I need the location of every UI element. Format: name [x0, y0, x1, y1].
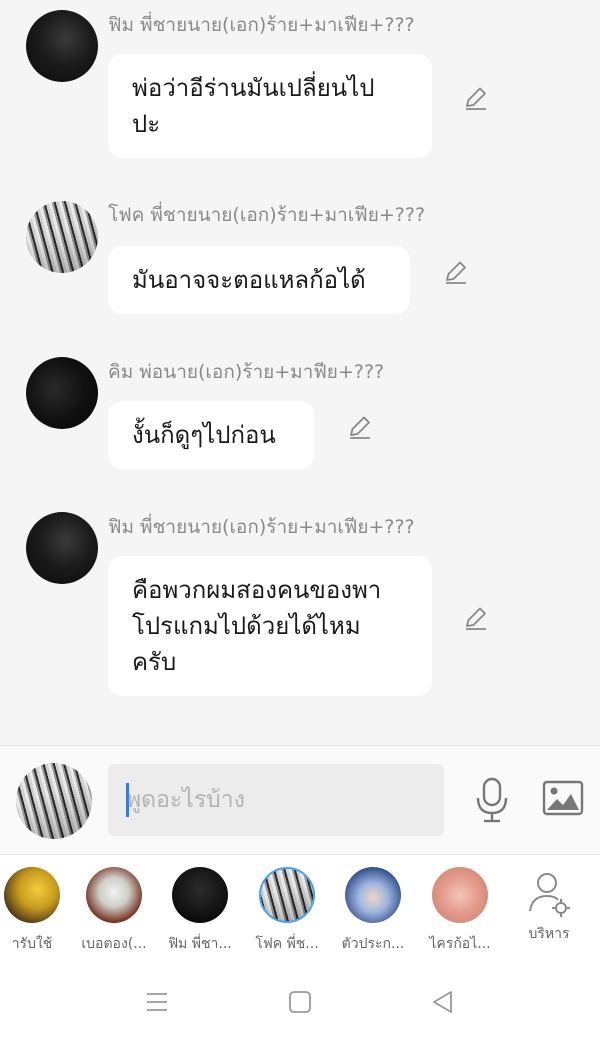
composer-bar — [0, 746, 600, 854]
tab-admin[interactable]: บริหาร — [505, 867, 593, 945]
message-line: ปะ — [132, 110, 161, 138]
tab-label: ารับใช้ — [11, 936, 53, 952]
sender-avatar[interactable] — [26, 512, 98, 584]
home-square-icon[interactable] — [287, 989, 313, 1015]
tab-label: บริหาร — [528, 926, 570, 942]
chat-area: ฟิม พี่ชายนาย(เอก)ร้าย+มาเฟีย+??? พ่อว่า… — [0, 0, 600, 745]
microphone-icon[interactable] — [472, 776, 512, 824]
sender-avatar[interactable] — [26, 201, 98, 273]
admin-settings-icon — [527, 871, 571, 919]
message-input[interactable] — [108, 764, 444, 836]
message-line: งั้นก็ดูๆไปก่อน — [132, 421, 276, 449]
message-line: พ่อว่าอีร่านมันเปลี่ยนไป — [132, 74, 375, 102]
menu-icon[interactable] — [144, 989, 170, 1015]
message-bubble[interactable]: พ่อว่าอีร่านมันเปลี่ยนไป ปะ — [108, 54, 432, 158]
sender-name: ฟิม พี่ชายนาย(เอก)ร้าย+มาเฟีย+??? — [108, 516, 415, 538]
sender-avatar[interactable] — [26, 10, 98, 82]
tab-label: ตัวประก... — [341, 936, 405, 952]
text-caret — [126, 783, 129, 817]
tab-character[interactable]: ตัวประก... — [329, 867, 417, 955]
back-triangle-icon[interactable] — [430, 989, 456, 1015]
message-line: โปรแกมไปด้วยได้ไหม — [132, 612, 361, 640]
message-bubble[interactable]: มันอาจจะตอแหลก้อได้ — [108, 246, 410, 314]
message-line: มันอาจจะตอแหลก้อได้ — [132, 266, 366, 294]
message-bubble[interactable]: งั้นก็ดูๆไปก่อน — [108, 401, 314, 469]
character-avatar — [4, 867, 60, 923]
sender-name: คิม พ่อนาย(เอก)ร้าย+มาฟีย+??? — [108, 361, 385, 383]
sender-name: โฟค พี่ชายนาย(เอก)ร้าย+มาเฟีย+??? — [108, 204, 426, 226]
tab-character[interactable]: เบอตอง(... — [70, 867, 158, 955]
character-avatar — [259, 867, 315, 923]
current-user-avatar[interactable] — [16, 763, 92, 839]
tab-label: โฟค พี่ช... — [255, 936, 319, 952]
message-bubble[interactable]: คือพวกผมสองคนของพา โปรแกมไปด้วยได้ไหม คร… — [108, 556, 432, 696]
tab-character[interactable]: ฟิม พี่ชา... — [156, 867, 244, 955]
edit-pencil-icon[interactable] — [346, 413, 374, 441]
message-line: คือพวกผมสองคนของพา — [132, 576, 382, 604]
sender-avatar[interactable] — [26, 357, 98, 429]
image-icon[interactable] — [542, 780, 584, 816]
character-avatar — [86, 867, 142, 923]
character-avatar — [432, 867, 488, 923]
edit-pencil-icon[interactable] — [462, 604, 490, 632]
character-tabbar: ารับใช้ เบอตอง(... ฟิม พี่ชา... โฟค พี่ช… — [0, 855, 600, 965]
character-avatar — [172, 867, 228, 923]
character-avatar — [345, 867, 401, 923]
sender-name: ฟิม พี่ชายนาย(เอก)ร้าย+มาเฟีย+??? — [108, 14, 415, 36]
tab-label: ไครก้อไ... — [429, 936, 491, 952]
edit-pencil-icon[interactable] — [442, 258, 470, 286]
message-line: ครับ — [132, 648, 177, 676]
tab-label: ฟิม พี่ชา... — [168, 936, 232, 952]
edit-pencil-icon[interactable] — [462, 84, 490, 112]
tab-character-selected[interactable]: โฟค พี่ช... — [243, 867, 331, 955]
system-nav-bar — [0, 965, 600, 1038]
tab-label: เบอตอง(... — [81, 936, 147, 952]
tab-character[interactable]: ไครก้อไ... — [416, 867, 504, 955]
tab-character[interactable]: ารับใช้ — [0, 867, 76, 955]
